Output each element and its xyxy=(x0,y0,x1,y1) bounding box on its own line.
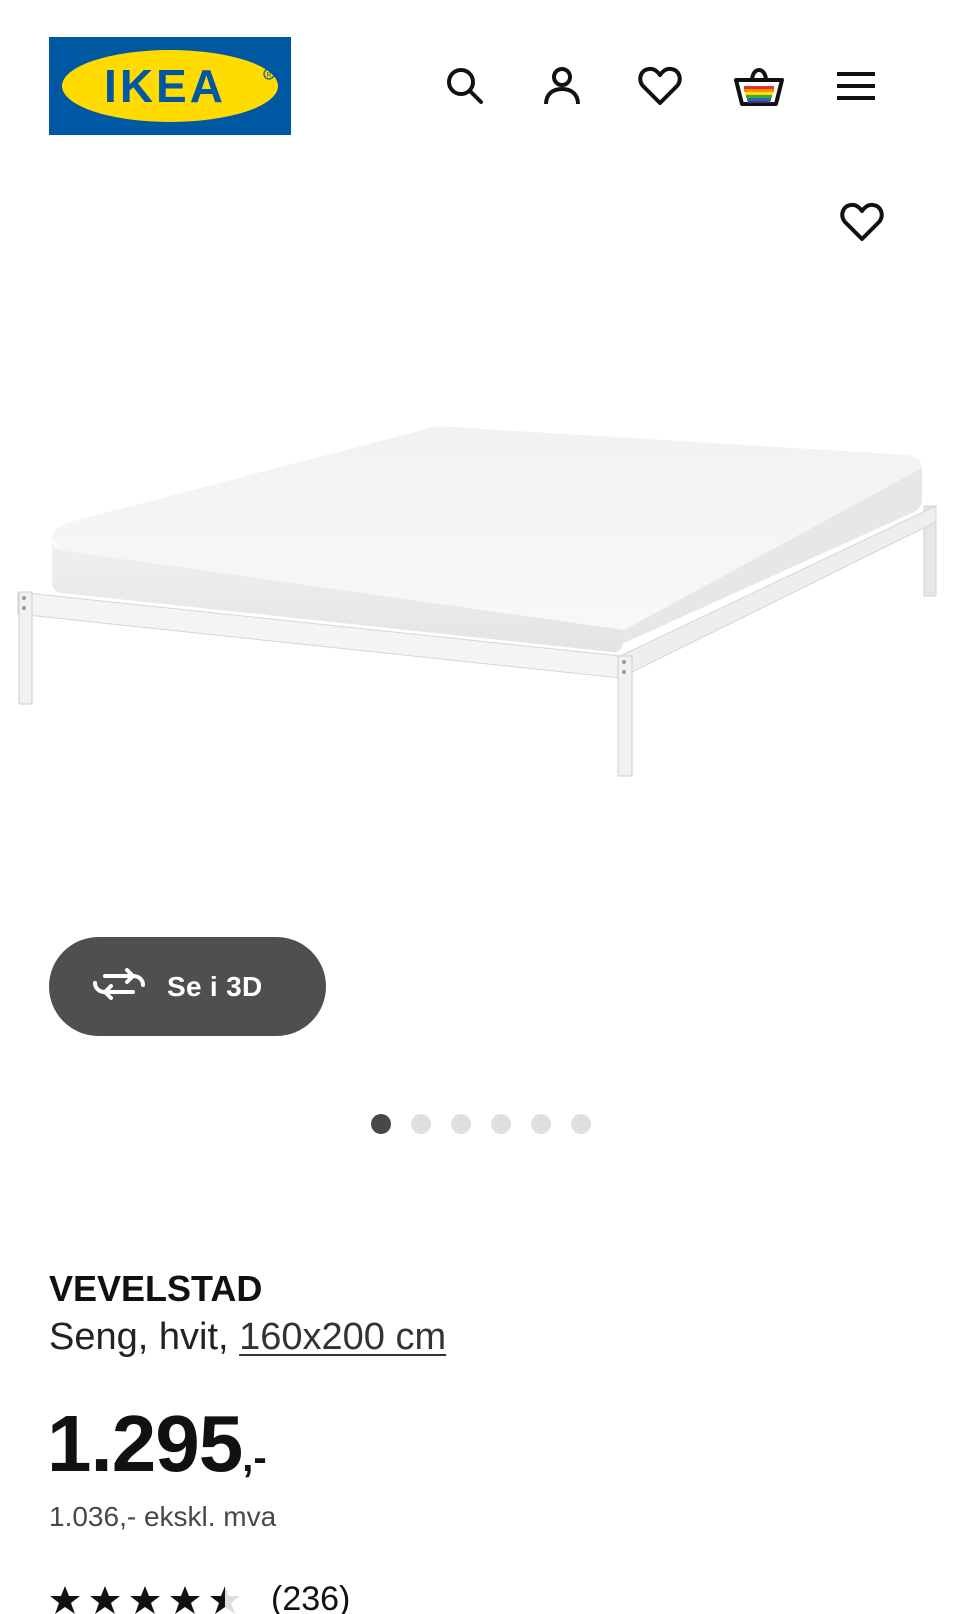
add-to-favorites-icon[interactable] xyxy=(836,196,888,248)
rotate-3d-icon xyxy=(93,966,145,1007)
basket-icon[interactable] xyxy=(733,60,785,112)
review-count: (236) xyxy=(271,1580,351,1614)
search-icon[interactable] xyxy=(439,60,491,112)
product-page: IKEA R Se i 3D VEVELSTAD Seng, hvit, 160… xyxy=(0,0,960,1614)
view-in-3d-button[interactable]: Se i 3D xyxy=(49,937,326,1036)
carousel-dot[interactable] xyxy=(571,1114,591,1134)
menu-icon[interactable] xyxy=(830,60,882,112)
price-amount: 1.295 xyxy=(47,1399,243,1488)
carousel-dot[interactable] xyxy=(371,1114,391,1134)
half-star-icon xyxy=(209,1584,241,1614)
product-type-color: Seng, hvit, xyxy=(49,1316,240,1358)
rating-stars xyxy=(49,1584,241,1614)
price-excluding-vat: 1.036,- ekskl. mva xyxy=(49,1501,277,1532)
user-icon[interactable] xyxy=(536,60,588,112)
carousel-dot[interactable] xyxy=(411,1114,431,1134)
star-icon xyxy=(169,1584,201,1614)
product-name: VEVELSTAD xyxy=(49,1268,263,1309)
product-rating[interactable]: (236) xyxy=(49,1580,350,1614)
ikea-logo[interactable]: IKEA R xyxy=(49,37,291,135)
view-in-3d-label: Se i 3D xyxy=(167,970,263,1002)
product-description: Seng, hvit, 160x200 cm xyxy=(49,1316,446,1359)
svg-text:R: R xyxy=(266,72,271,79)
star-icon xyxy=(49,1584,81,1614)
star-icon xyxy=(129,1584,161,1614)
heart-icon[interactable] xyxy=(634,60,686,112)
carousel-dot[interactable] xyxy=(451,1114,471,1134)
carousel-dot[interactable] xyxy=(491,1114,511,1134)
carousel-dot[interactable] xyxy=(531,1114,551,1134)
price-suffix: ,- xyxy=(242,1436,267,1480)
product-size-link[interactable]: 160x200 cm xyxy=(239,1316,446,1358)
svg-text:IKEA: IKEA xyxy=(104,60,226,112)
image-carousel-dots xyxy=(371,1114,591,1134)
star-icon xyxy=(89,1584,121,1614)
product-price: 1.295,- xyxy=(47,1398,267,1490)
ikea-logo-mark: IKEA R xyxy=(62,50,278,122)
product-image-bed[interactable] xyxy=(0,300,960,940)
